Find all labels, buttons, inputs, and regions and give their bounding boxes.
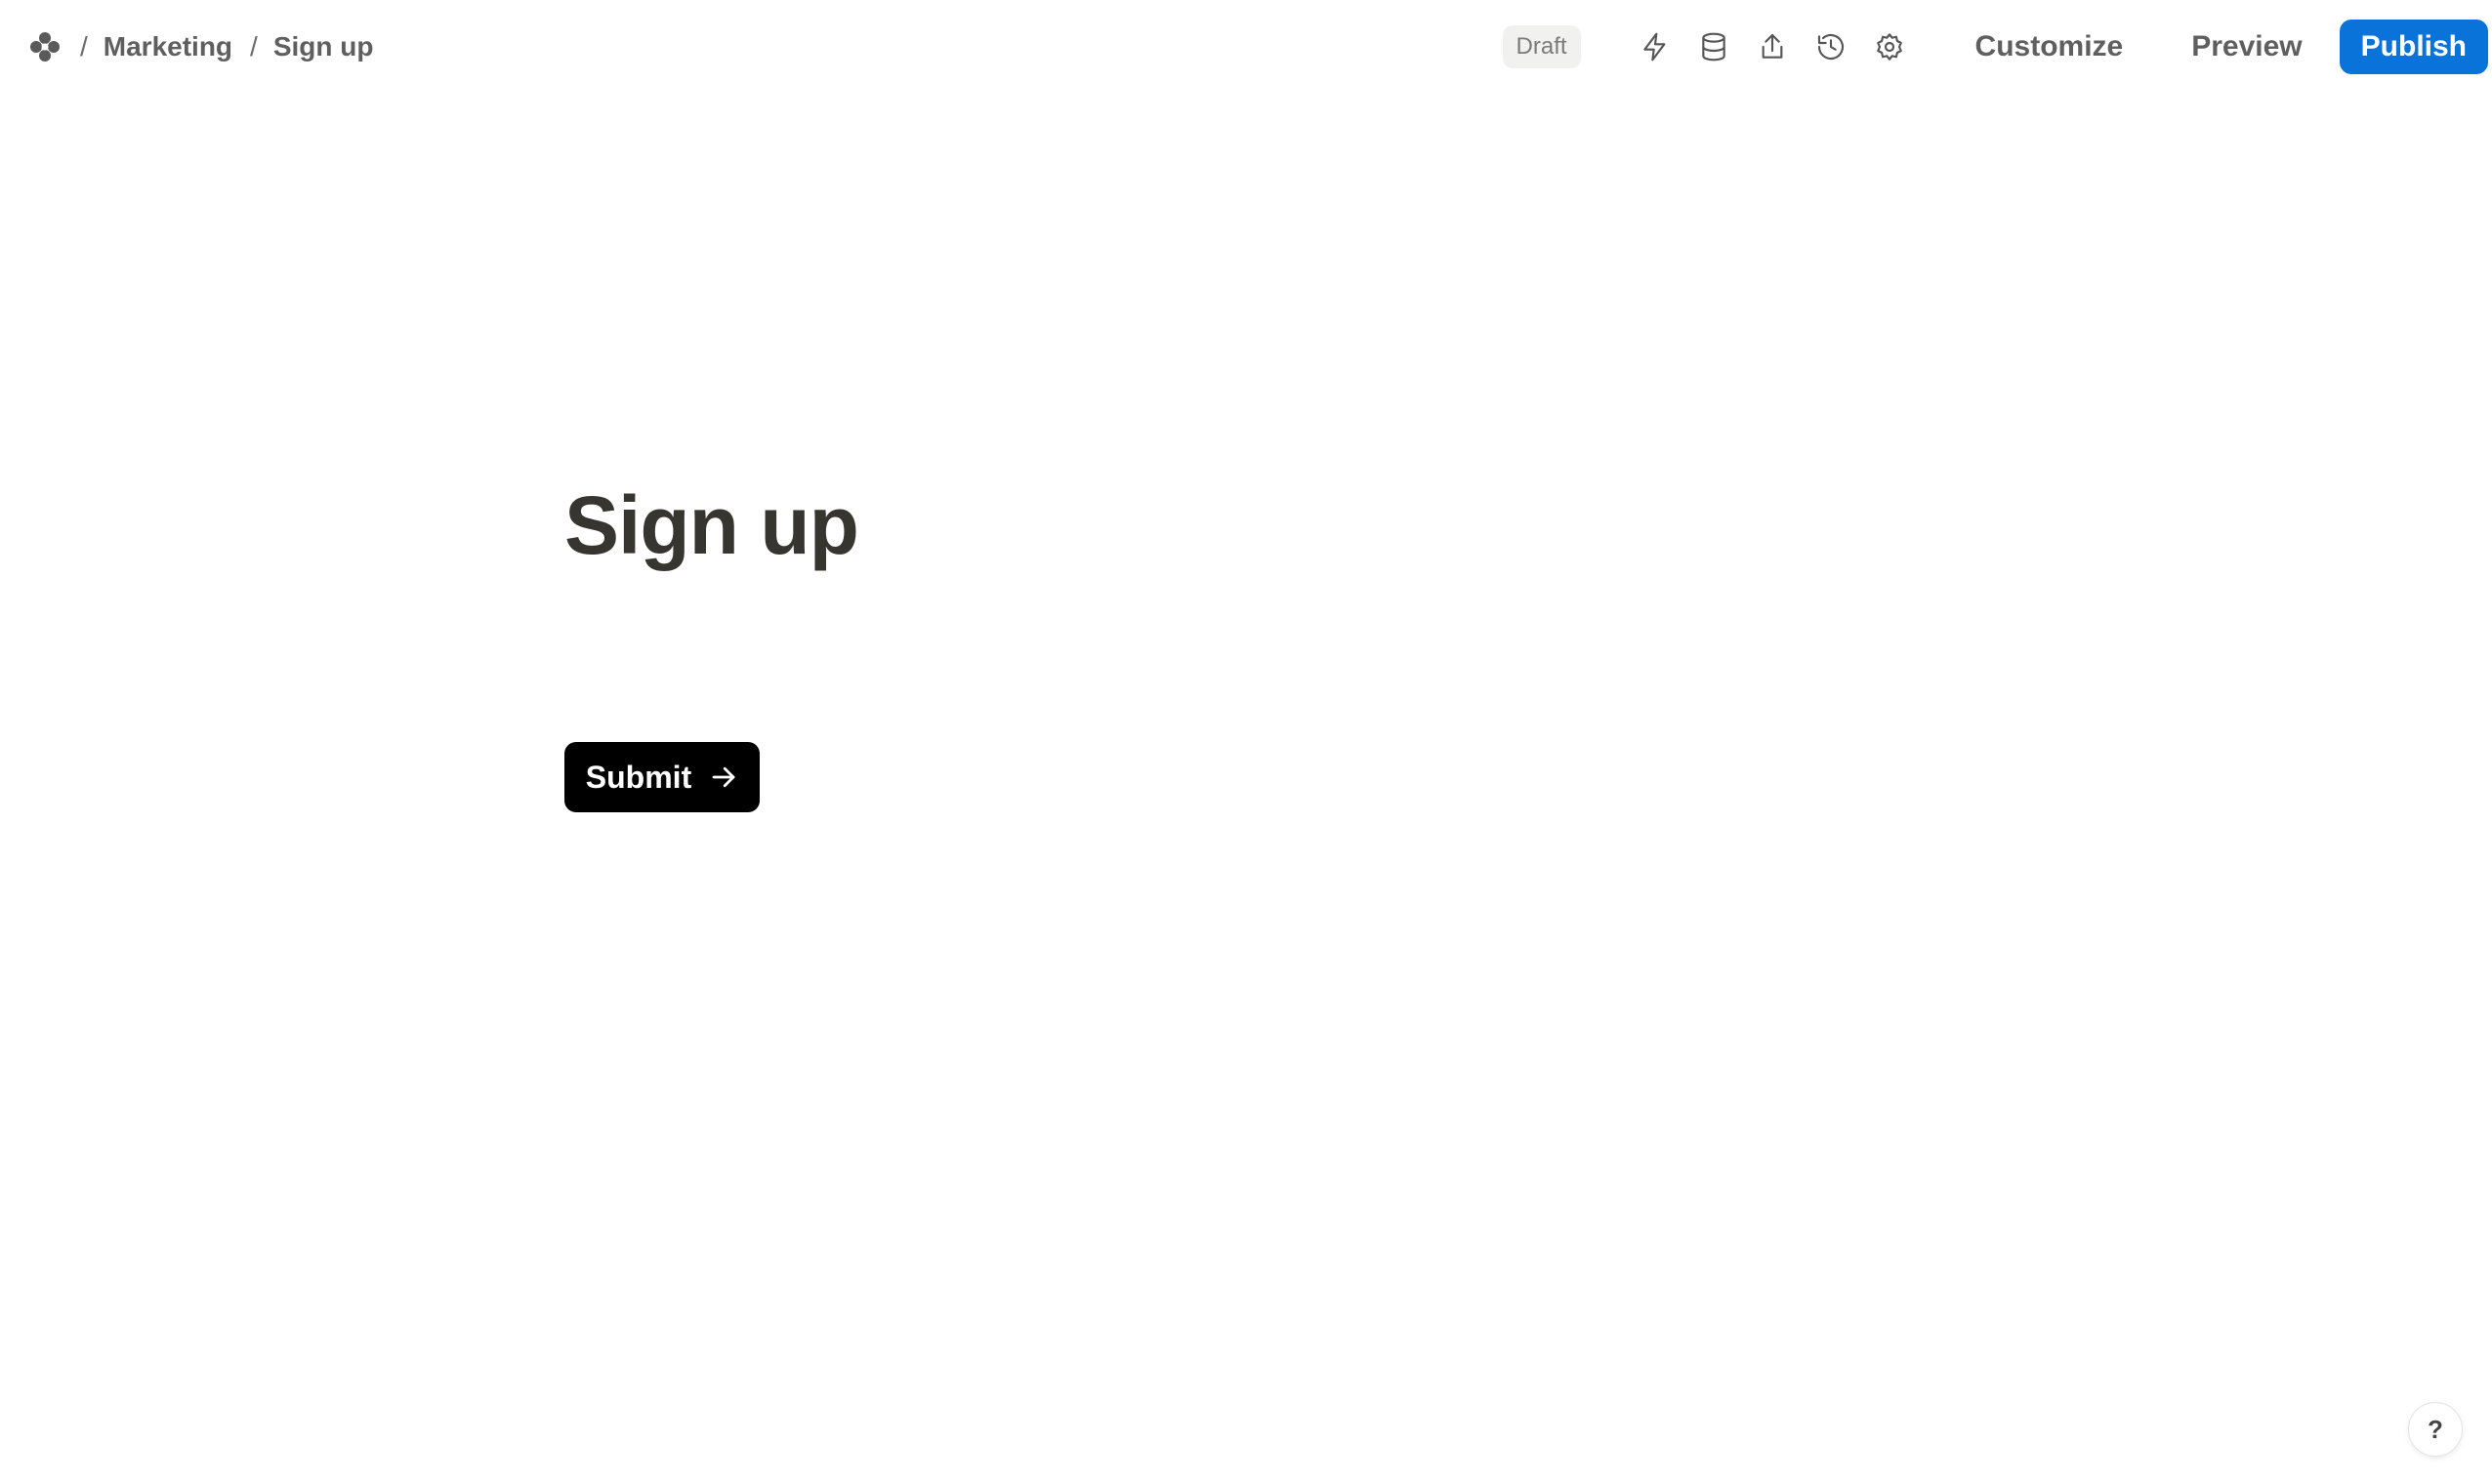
- top-bar: / Marketing / Sign up Draft Customize Pr…: [0, 0, 2492, 96]
- help-button[interactable]: ?: [2408, 1402, 2463, 1457]
- workspace-logo-icon[interactable]: [27, 29, 62, 64]
- status-badge: Draft: [1502, 25, 1581, 68]
- database-icon[interactable]: [1690, 23, 1737, 70]
- toolbar: Draft Customize Preview Publish: [1502, 20, 2488, 74]
- breadcrumb-page[interactable]: Sign up: [273, 31, 374, 62]
- share-icon[interactable]: [1749, 23, 1796, 70]
- preview-button[interactable]: Preview: [2176, 21, 2317, 73]
- breadcrumb-separator: /: [80, 31, 88, 62]
- breadcrumb: / Marketing / Sign up: [27, 27, 373, 66]
- breadcrumb-separator: /: [250, 31, 258, 62]
- publish-button[interactable]: Publish: [2339, 20, 2488, 74]
- submit-label: Submit: [585, 759, 692, 795]
- gear-icon[interactable]: [1866, 23, 1913, 70]
- breadcrumb-workspace[interactable]: Marketing: [104, 31, 232, 62]
- history-icon[interactable]: [1807, 23, 1854, 70]
- arrow-right-icon: [712, 766, 735, 788]
- customize-button[interactable]: Customize: [1960, 21, 2139, 73]
- form-title[interactable]: Sign up: [564, 478, 859, 573]
- submit-button[interactable]: Submit: [564, 742, 760, 812]
- lightning-icon[interactable]: [1632, 23, 1679, 70]
